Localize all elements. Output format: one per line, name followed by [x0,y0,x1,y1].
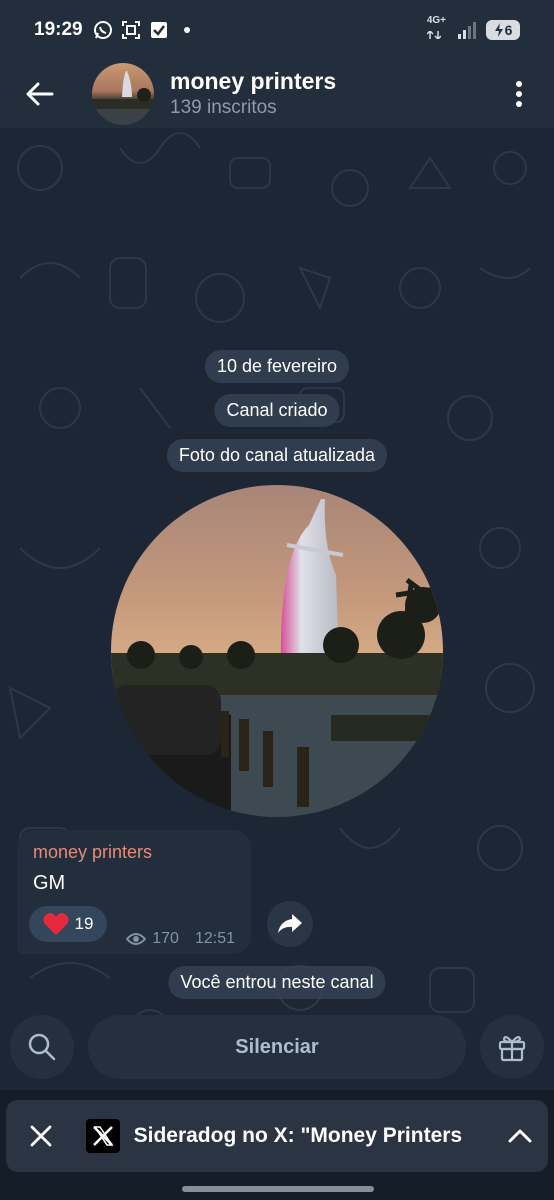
signal-icon [458,22,476,39]
arrow-left-icon [26,82,54,106]
search-icon [28,1033,56,1061]
x-logo-glyph [92,1126,114,1146]
close-icon [30,1125,52,1147]
chat-area[interactable]: 10 de fevereiro Canal criado Foto do can… [0,128,554,1100]
message-bubble[interactable]: money printers GM 19 170 12:51 [17,830,251,954]
notification-expand-button[interactable] [492,1100,548,1172]
bottom-controls: Silenciar [0,1013,554,1083]
mute-button[interactable]: Silenciar [88,1015,466,1079]
notification-close-button[interactable] [6,1100,76,1172]
message-meta: 170 12:51 [126,930,235,948]
header-text[interactable]: money printers 139 inscritos [170,67,336,121]
check-icon [149,20,169,40]
dot-icon [177,20,197,40]
view-count: 170 [152,930,179,947]
service-message-created: Canal criado [214,394,340,427]
subscriber-count: 139 inscritos [170,97,277,118]
whatsapp-icon [93,20,113,40]
heart-icon [42,913,69,935]
message-author: money printers [33,842,153,862]
search-button[interactable] [10,1015,74,1079]
reaction-count: 19 [74,914,94,933]
service-message-joined: Você entrou neste canal [168,966,386,999]
data-arrows-icon [426,29,442,41]
reaction-chip[interactable]: 19 [29,906,107,942]
channel-photo[interactable] [111,485,443,817]
gift-button[interactable] [480,1015,544,1079]
channel-title: money printers [170,68,337,94]
network-indicator: 4G+ [426,15,446,44]
eye-icon [126,933,147,945]
status-icons [93,20,197,40]
charging-icon [494,23,503,37]
channel-photo-image [111,485,443,817]
gift-icon [498,1035,526,1062]
avatar-image [92,71,154,125]
message-time: 12:51 [194,930,235,947]
service-message-photo-updated: Foto do canal atualizada [166,439,388,472]
battery-level: 6 [504,22,513,38]
status-right: 4G+ 6 [426,15,520,44]
status-time: 19:29 [34,19,83,40]
x-logo-icon [85,1119,120,1153]
home-indicator[interactable] [182,1186,374,1192]
share-arrow-icon [278,914,302,933]
notification-text: Sideradog no X: "Money Printers [133,1124,463,1147]
status-bar: 19:29 4G+ 6 [0,0,554,60]
share-button[interactable] [267,901,313,947]
more-options-button[interactable] [484,60,554,128]
date-separator: 10 de fevereiro [204,350,350,383]
network-label: 4G+ [426,15,446,26]
screenshot-icon [121,20,141,40]
chat-header: money printers 139 inscritos [0,60,554,128]
kebab-menu-icon [516,81,522,107]
notification-banner[interactable]: Sideradog no X: "Money Printers [6,1100,548,1172]
battery-indicator: 6 [486,20,520,40]
message-text: GM [33,872,66,894]
back-button[interactable] [0,60,80,128]
chevron-up-icon [508,1129,532,1143]
channel-avatar[interactable] [92,63,154,125]
